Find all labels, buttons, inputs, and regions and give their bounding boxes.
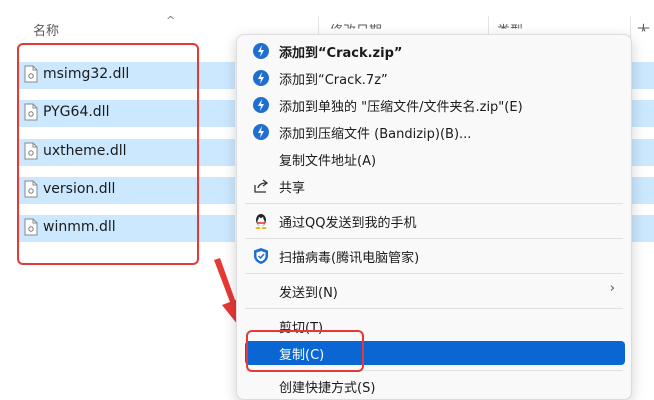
menu-item-scan-virus[interactable]: 扫描病毒(腾讯电脑管家)	[245, 244, 625, 268]
menu-item-label: 通过QQ发送到我的手机	[279, 216, 417, 231]
bandizip-icon	[253, 43, 269, 59]
menu-item-label: 创建快捷方式(S)	[279, 381, 376, 396]
menu-item-label: 添加到“Crack.zip”	[279, 46, 403, 61]
selection-band	[197, 62, 235, 89]
bandizip-icon	[253, 70, 269, 86]
selection-band	[630, 139, 654, 166]
selection-band	[630, 177, 654, 204]
bandizip-icon	[253, 124, 269, 140]
column-header-name[interactable]: 名称	[33, 20, 59, 39]
qq-icon	[255, 214, 267, 229]
menu-separator	[245, 308, 623, 309]
menu-item-share[interactable]: 共享	[245, 174, 625, 198]
menu-item-send-to[interactable]: 发送到(N) ›	[245, 279, 625, 303]
share-icon	[254, 179, 269, 193]
menu-separator	[245, 273, 623, 274]
menu-item-send-to-phone-qq[interactable]: 通过QQ发送到我的手机	[245, 209, 625, 233]
menu-item-label: 扫描病毒(腾讯电脑管家)	[279, 251, 420, 266]
menu-item-label: 添加到压缩文件 (Bandizip)(B)...	[279, 127, 472, 142]
tencent-pc-manager-icon	[254, 248, 268, 264]
menu-item-label: 复制文件地址(A)	[279, 154, 377, 169]
menu-item-create-shortcut[interactable]: 创建快捷方式(S)	[245, 374, 625, 398]
menu-item-label: 共享	[279, 181, 306, 196]
chevron-right-icon: ›	[609, 281, 615, 296]
annotation-box-files	[17, 43, 199, 265]
menu-separator	[245, 238, 623, 239]
menu-item-add-separate[interactable]: 添加到单独的 "压缩文件/文件夹名.zip"(E)	[245, 93, 625, 117]
column-header-size[interactable]: 大	[637, 20, 650, 31]
menu-item-add-to-archive[interactable]: 添加到压缩文件 (Bandizip)(B)...	[245, 120, 625, 144]
selection-band	[197, 100, 235, 127]
menu-item-label: 发送到(N)	[279, 286, 338, 301]
sort-ascending-icon: ^	[166, 14, 176, 27]
selection-band	[630, 215, 654, 242]
menu-item-copy-path[interactable]: 复制文件地址(A)	[245, 147, 625, 171]
selection-band	[197, 215, 235, 242]
selection-band	[197, 139, 235, 166]
menu-item-label: 添加到“Crack.7z”	[279, 73, 388, 88]
menu-separator	[245, 203, 623, 204]
selection-band	[630, 100, 654, 127]
selection-band	[197, 177, 235, 204]
menu-item-label: 添加到单独的 "压缩文件/文件夹名.zip"(E)	[279, 100, 523, 115]
bandizip-icon	[253, 97, 269, 113]
selection-band	[630, 62, 654, 89]
menu-item-add-to-7z[interactable]: 添加到“Crack.7z”	[245, 66, 625, 90]
annotation-box-copy	[246, 330, 364, 372]
menu-item-add-to-zip[interactable]: 添加到“Crack.zip”	[245, 39, 625, 63]
